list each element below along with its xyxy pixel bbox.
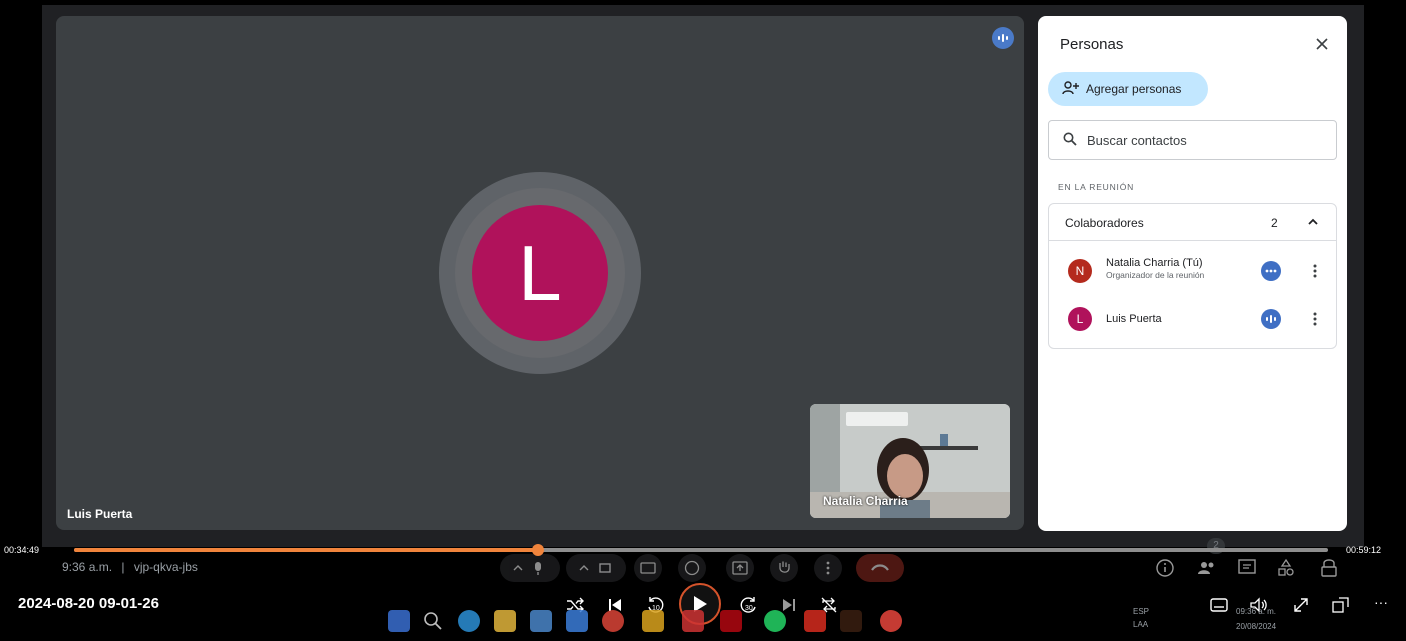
people-icon[interactable] — [1196, 557, 1218, 579]
seek-progress — [74, 548, 538, 552]
todo-icon[interactable] — [566, 610, 588, 632]
more-icon[interactable]: ··· — [1374, 594, 1388, 610]
participant-row[interactable]: N Natalia Charria (Tú) Organizador de la… — [1049, 244, 1336, 290]
chevron-up-icon[interactable] — [1305, 214, 1321, 230]
section-label: EN LA REUNIÓN — [1058, 182, 1135, 192]
meeting-time: 9:36 a.m. — [62, 560, 113, 574]
participant-name: Natalia Charria (Tú) — [1106, 257, 1203, 269]
netflix-icon[interactable] — [720, 610, 742, 632]
edge-icon[interactable] — [458, 610, 480, 632]
audio-indicator-icon — [992, 27, 1014, 49]
close-icon[interactable] — [1312, 34, 1332, 54]
seek-thumb[interactable] — [531, 544, 544, 556]
activities-icon[interactable] — [1275, 557, 1297, 579]
chat-icon[interactable] — [1236, 557, 1258, 579]
elapsed-time: 00:34:49 — [4, 545, 40, 555]
captions-icon[interactable] — [634, 554, 662, 582]
more-options-icon[interactable] — [814, 554, 842, 582]
kebab-menu-icon[interactable] — [1311, 311, 1319, 327]
media-app-icon[interactable] — [682, 610, 704, 632]
microphone-button[interactable] — [500, 554, 560, 582]
main-tile-name: Luis Puerta — [67, 507, 133, 521]
participant-name: Luis Puerta — [1106, 313, 1162, 325]
start-icon[interactable] — [388, 610, 410, 632]
add-people-button[interactable]: Agregar personas — [1048, 72, 1208, 106]
panel-title: Personas — [1060, 36, 1124, 53]
search-placeholder: Buscar contactos — [1087, 132, 1187, 148]
add-people-label: Agregar personas — [1086, 82, 1182, 96]
fullscreen-icon[interactable] — [1290, 594, 1312, 616]
app-icon[interactable] — [880, 610, 902, 632]
seek-bar[interactable] — [74, 544, 1328, 556]
avatar: L — [1068, 307, 1092, 331]
subtitles-icon[interactable] — [1208, 594, 1230, 616]
search-icon — [1063, 132, 1077, 149]
self-tile-name: Natalia Charria — [823, 494, 908, 508]
search-taskbar-icon[interactable] — [422, 610, 444, 632]
remaining-time: 00:59:12 — [1346, 545, 1382, 555]
whatsapp-icon[interactable] — [764, 610, 786, 632]
audio-indicator-icon — [1261, 309, 1281, 329]
illustrator-icon[interactable] — [840, 610, 862, 632]
file-explorer-icon[interactable] — [494, 610, 516, 632]
info-icon[interactable] — [1154, 557, 1176, 579]
emoji-icon[interactable] — [678, 554, 706, 582]
avatar: N — [1068, 259, 1092, 283]
raise-hand-icon[interactable] — [770, 554, 798, 582]
participants-group: Colaboradores 2 N Natalia Charria (Tú) O… — [1048, 203, 1337, 349]
camera-button[interactable] — [566, 554, 626, 582]
leave-call-button[interactable] — [856, 554, 904, 582]
miniplayer-icon[interactable] — [1330, 594, 1352, 616]
participant-row[interactable]: L Luis Puerta — [1049, 296, 1336, 342]
search-contacts-input[interactable]: Buscar contactos — [1048, 120, 1337, 160]
participant-avatar: L — [472, 205, 608, 341]
app-icon[interactable] — [530, 610, 552, 632]
add-person-icon — [1062, 80, 1080, 98]
meeting-info: 9:36 a.m. | vjp-qkva-jbs — [62, 560, 198, 574]
more-options-icon[interactable] — [1261, 261, 1281, 281]
group-label: Colaboradores — [1065, 216, 1144, 230]
chrome-icon[interactable] — [602, 610, 624, 632]
present-icon[interactable] — [726, 554, 754, 582]
host-controls-icon[interactable] — [1318, 557, 1340, 579]
acrobat-icon[interactable] — [804, 610, 826, 632]
language-region: LAA — [1133, 620, 1149, 629]
taskbar-clock[interactable]: 09:36 a. m. — [1236, 607, 1276, 616]
participant-role: Organizador de la reunión — [1106, 270, 1205, 280]
media-title: 2024-08-20 09-01-26 — [18, 595, 159, 612]
kebab-menu-icon[interactable] — [1311, 263, 1319, 279]
group-count: 2 — [1271, 216, 1278, 230]
skip-forward-label: 30 — [745, 605, 753, 612]
sticky-notes-icon[interactable] — [642, 610, 664, 632]
people-panel: Personas Agregar personas Buscar contact… — [1038, 16, 1347, 531]
taskbar-date: 20/08/2024 — [1236, 622, 1277, 631]
group-header[interactable]: Colaboradores 2 — [1049, 204, 1336, 241]
language-indicator[interactable]: ESP — [1133, 607, 1149, 616]
meeting-code: vjp-qkva-jbs — [133, 560, 198, 574]
separator: | — [121, 560, 125, 574]
